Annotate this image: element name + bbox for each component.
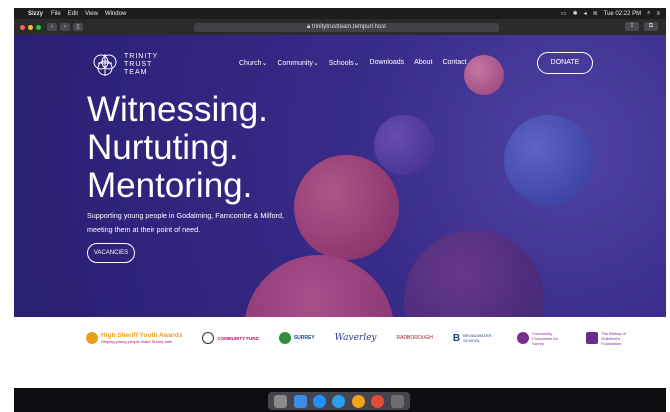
chevron-down-icon: ⌄ [261, 60, 268, 67]
menubar-item-edit[interactable]: Edit [68, 11, 78, 17]
nav-item-church[interactable]: Church⌄ [239, 59, 267, 67]
menubar-app-name[interactable]: Sizzy [28, 11, 43, 17]
address-bar-url: trinitytrustteam.tempurl.host [311, 23, 386, 30]
crest-icon [86, 332, 98, 344]
sponsor-radborough[interactable]: RADBOROUGH [397, 335, 433, 341]
hero-subtext: Supporting young people in Godalming, Fa… [87, 209, 337, 237]
menubar-status-area: ▭ ✱ ◂ ≋ Tue 02:22 PM ⌕ ≡ [561, 10, 660, 17]
sponsor-name: SURREY [293, 335, 315, 341]
nav-label: Church [239, 60, 262, 67]
sponsor-name: RADBOROUGH [396, 335, 433, 341]
safari-icon[interactable] [332, 394, 346, 408]
tabs-icon[interactable]: ⧉ [644, 22, 658, 31]
sponsor-name: COMMUNITY FUND [217, 335, 259, 341]
chrome-icon[interactable] [371, 394, 385, 408]
mitre-icon [586, 332, 599, 344]
forward-button[interactable]: › [60, 23, 70, 31]
back-button[interactable]: ‹ [47, 23, 57, 31]
share-icon[interactable]: ⇪ [625, 22, 639, 31]
logo-line: TRINITY [124, 53, 159, 60]
sponsor-name: BROADWATER SCHOOL [463, 333, 492, 343]
subtext-line: Supporting young people in Godalming, Fa… [87, 211, 284, 220]
sponsor-name: Community Foundation for Surrey [532, 330, 558, 346]
sponsor-bishop-foundation[interactable]: The Bishop of Guildford's Foundation [586, 331, 637, 346]
nav-label: Community [277, 60, 313, 67]
sponsor-surrey[interactable]: SURREY [278, 332, 315, 344]
battery-icon[interactable]: ▭ [561, 10, 567, 17]
sponsor-name: Waverley [334, 333, 377, 343]
launchpad-icon[interactable] [274, 394, 288, 408]
hand-icon [202, 332, 215, 344]
nav-item-about[interactable]: About [414, 59, 432, 67]
sponsor-tagline: Helping young people make Surrey safe [101, 339, 173, 344]
photos-icon[interactable] [351, 394, 365, 408]
main-nav: Church⌄ Community⌄ Schools⌄ Downloads Ab… [239, 59, 467, 67]
nav-item-schools[interactable]: Schools⌄ [329, 59, 360, 67]
menubar-item-window[interactable]: Window [105, 11, 126, 17]
sponsor-community-foundation[interactable]: Community Foundation for Surrey [517, 331, 566, 346]
address-bar[interactable]: 🔒︎ trinitytrustteam.tempurl.host [194, 22, 499, 32]
sponsor-community-fund[interactable]: COMMUNITY FUND [202, 332, 259, 344]
site-logo[interactable]: TRINITY TRUST TEAM [90, 52, 158, 78]
menubar-clock[interactable]: Tue 02:22 PM [604, 11, 641, 17]
sponsor-name: The Bishop of Guildford's Foundation [601, 330, 626, 346]
search-icon[interactable]: ⌕ [647, 10, 650, 17]
close-window-button[interactable] [20, 24, 25, 30]
app-store-icon[interactable] [313, 394, 327, 408]
system-menubar: Sizzy File Edit View Window ▭ ✱ ◂ ≋ Tue … [14, 8, 666, 19]
chevron-down-icon: ⌄ [312, 60, 319, 67]
sidebar-toggle-icon[interactable]: ▯ [73, 23, 83, 31]
finder-icon[interactable] [293, 394, 307, 408]
browser-toolbar: ‹ › ▯ 🔒︎ trinitytrustteam.tempurl.host ⇪… [14, 19, 666, 35]
nav-label: Schools [328, 60, 354, 67]
hero-headline: Witnessing. Nurtuting. Mentoring. [87, 91, 268, 205]
sponsor-high-sheriff[interactable]: High Sheriff Youth Awards Helping young … [86, 332, 182, 344]
trinity-logo-icon [93, 54, 117, 76]
heart-icon [517, 332, 530, 344]
menubar-item-view[interactable]: View [85, 11, 98, 17]
macos-dock [268, 392, 410, 410]
sponsor-broadwater[interactable]: B BROADWATER SCHOOL [453, 333, 497, 344]
sponsor-logos: High Sheriff Youth Awards Helping young … [14, 318, 666, 358]
subtext-line: meeting them at their point of need. [87, 225, 201, 234]
volume-icon[interactable]: ◂ [584, 10, 587, 17]
logo-wordmark: TRINITY TRUST TEAM [124, 53, 158, 77]
menubar-item-file[interactable]: File [51, 11, 61, 17]
chevron-down-icon: ⌄ [353, 60, 360, 67]
logo-line: TEAM [124, 69, 148, 76]
sponsor-waverley[interactable]: Waverley [335, 333, 377, 343]
browser-actions: ⇪ ⧉ [625, 22, 658, 31]
control-center-icon[interactable]: ≡ [656, 11, 660, 17]
settings-icon[interactable] [390, 394, 404, 408]
zoom-window-button[interactable] [36, 24, 41, 30]
tree-icon [278, 332, 291, 344]
nav-item-community[interactable]: Community⌄ [277, 59, 318, 67]
sponsor-name: High Sheriff Youth Awards [101, 332, 183, 339]
minimize-window-button[interactable] [28, 24, 33, 30]
logo-line: TRUST [124, 61, 153, 68]
screen: Sizzy File Edit View Window ▭ ✱ ◂ ≋ Tue … [0, 0, 670, 412]
vacancies-button[interactable]: VACANCIES [87, 243, 135, 263]
donate-button[interactable]: DONATE [537, 52, 593, 74]
bluetooth-icon[interactable]: ✱ [573, 10, 578, 17]
headline-line: Mentoring. [87, 166, 253, 205]
broadwater-monogram-icon: B [452, 332, 461, 344]
headline-line: Witnessing. [87, 90, 268, 129]
nav-item-contact[interactable]: Contact [442, 59, 466, 67]
headline-line: Nurtuting. [87, 128, 239, 167]
wifi-icon[interactable]: ≋ [593, 10, 598, 17]
hero-section: TRINITY TRUST TEAM Church⌄ Community⌄ Sc… [14, 35, 666, 317]
nav-item-downloads[interactable]: Downloads [370, 59, 405, 67]
